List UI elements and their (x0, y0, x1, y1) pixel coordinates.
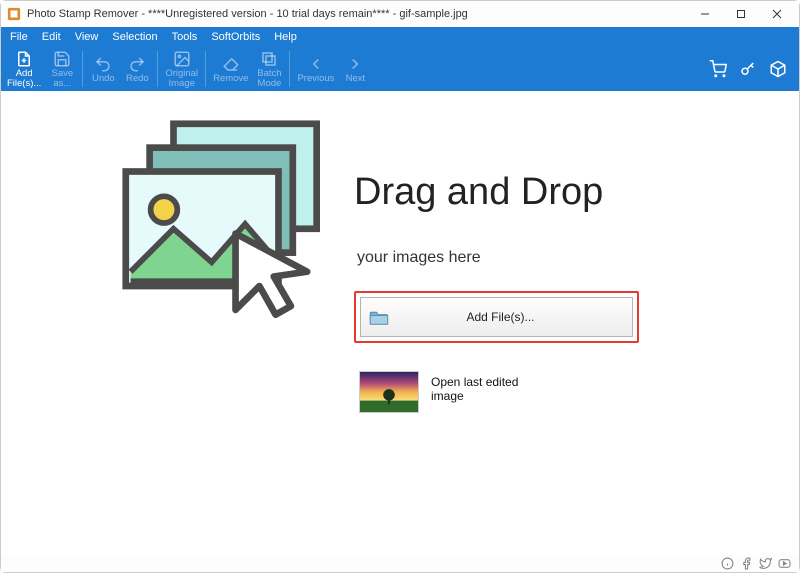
window-controls (687, 1, 795, 27)
cube-icon[interactable] (769, 60, 787, 78)
last-edited-thumbnail (359, 371, 419, 413)
toolbar-batch-mode[interactable]: Batch Mode (252, 47, 286, 91)
batch-icon (260, 50, 278, 68)
drag-drop-heading: Drag and Drop (354, 171, 603, 214)
toolbar-right (709, 47, 797, 91)
menu-selection[interactable]: Selection (105, 29, 164, 45)
menu-file[interactable]: File (3, 29, 35, 45)
toolbar-separator (205, 51, 206, 87)
toolbar: Add File(s)... Save as... Undo Redo Orig… (1, 47, 799, 91)
toolbar-redo-label: Redo (126, 74, 149, 84)
toolbar-original-image[interactable]: Original Image (161, 47, 202, 91)
add-files-button-label: Add File(s)... (389, 310, 632, 324)
eraser-icon (222, 55, 240, 73)
toolbar-batch-mode-label: Batch Mode (257, 69, 281, 89)
prev-icon (307, 55, 325, 73)
toolbar-redo[interactable]: Redo (120, 47, 154, 91)
toolbar-separator (82, 51, 83, 87)
menu-softorbits[interactable]: SoftOrbits (204, 29, 267, 45)
open-last-edited-label: Open last edited image (431, 371, 531, 413)
save-icon (53, 50, 71, 68)
next-icon (346, 55, 364, 73)
toolbar-remove-label: Remove (213, 74, 248, 84)
add-files-button[interactable]: Add File(s)... (360, 297, 633, 337)
maximize-button[interactable] (723, 1, 759, 27)
twitter-icon[interactable] (759, 557, 772, 570)
toolbar-previous-label: Previous (297, 74, 334, 84)
close-button[interactable] (759, 1, 795, 27)
menu-bar: File Edit View Selection Tools SoftOrbit… (1, 27, 799, 47)
menu-view[interactable]: View (68, 29, 106, 45)
toolbar-undo-label: Undo (92, 74, 115, 84)
toolbar-save-as-label: Save as... (51, 69, 73, 89)
toolbar-original-image-label: Original Image (165, 69, 198, 89)
menu-tools[interactable]: Tools (165, 29, 205, 45)
app-icon (7, 7, 21, 21)
toolbar-next-label: Next (346, 74, 366, 84)
youtube-icon[interactable] (778, 557, 791, 570)
add-files-highlight: Add File(s)... (354, 291, 639, 343)
open-last-edited[interactable]: Open last edited image (359, 371, 531, 413)
drag-drop-subheading: your images here (357, 249, 481, 267)
main-content[interactable]: Drag and Drop your images here Add File(… (1, 91, 799, 556)
toolbar-next[interactable]: Next (338, 47, 372, 91)
image-icon (173, 50, 191, 68)
title-bar: Photo Stamp Remover - ****Unregistered v… (1, 1, 799, 27)
key-icon[interactable] (739, 60, 757, 78)
toolbar-previous[interactable]: Previous (293, 47, 338, 91)
undo-icon (94, 55, 112, 73)
add-file-icon (15, 50, 33, 68)
toolbar-separator (289, 51, 290, 87)
images-illustration (121, 119, 331, 319)
toolbar-remove[interactable]: Remove (209, 47, 252, 91)
info-icon[interactable] (721, 557, 734, 570)
menu-edit[interactable]: Edit (35, 29, 68, 45)
folder-icon (369, 309, 389, 325)
toolbar-add-files-label: Add File(s)... (7, 69, 41, 89)
status-bar (1, 554, 799, 572)
redo-icon (128, 55, 146, 73)
facebook-icon[interactable] (740, 557, 753, 570)
toolbar-save-as[interactable]: Save as... (45, 47, 79, 91)
toolbar-add-files[interactable]: Add File(s)... (3, 47, 45, 91)
toolbar-undo[interactable]: Undo (86, 47, 120, 91)
menu-help[interactable]: Help (267, 29, 304, 45)
toolbar-separator (157, 51, 158, 87)
window-title: Photo Stamp Remover - ****Unregistered v… (27, 8, 468, 20)
cart-icon[interactable] (709, 60, 727, 78)
minimize-button[interactable] (687, 1, 723, 27)
